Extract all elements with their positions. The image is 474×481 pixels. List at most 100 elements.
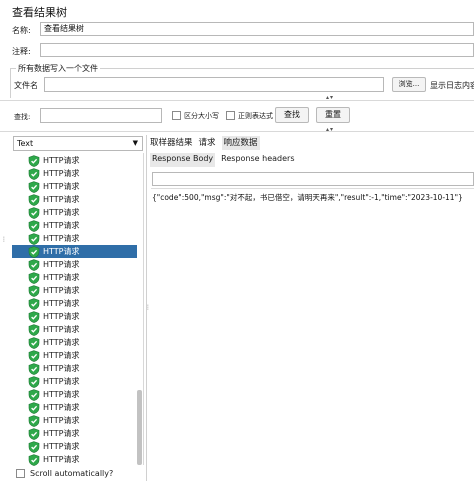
tree-item[interactable]: HTTP请求 — [12, 232, 137, 245]
tab-response-body[interactable]: Response Body — [150, 153, 216, 167]
name-input[interactable]: 查看结果树 — [40, 22, 474, 36]
tree-item[interactable]: HTTP请求 — [12, 258, 137, 271]
tree-item-label: HTTP请求 — [43, 182, 80, 191]
tree-item-label: HTTP请求 — [43, 195, 80, 204]
success-shield-icon — [28, 180, 40, 193]
success-shield-icon — [28, 206, 40, 219]
success-shield-icon — [28, 232, 40, 245]
result-tabs: 取样器结果 请求 响应数据 — [150, 136, 260, 150]
success-shield-icon — [28, 375, 40, 388]
tree-item[interactable]: HTTP请求 — [12, 414, 137, 427]
success-shield-icon — [28, 453, 40, 466]
search-input[interactable] — [40, 108, 162, 123]
tree-item[interactable]: HTTP请求 — [12, 245, 137, 258]
response-area — [151, 188, 474, 481]
divider-top — [0, 100, 474, 101]
success-shield-icon — [28, 401, 40, 414]
tree-item[interactable]: HTTP请求 — [12, 206, 137, 219]
window-title: 查看结果树 — [12, 6, 67, 19]
tree-item-label: HTTP请求 — [43, 286, 80, 295]
case-sensitive-label: 区分大小写 — [184, 112, 219, 120]
tree-item[interactable]: HTTP请求 — [12, 453, 137, 466]
tree-item[interactable]: HTTP请求 — [12, 284, 137, 297]
tab-sampler-result[interactable]: 取样器结果 — [150, 136, 193, 150]
success-shield-icon — [28, 414, 40, 427]
tree-item-label: HTTP请求 — [43, 351, 80, 360]
tree-item[interactable]: HTTP请求 — [12, 440, 137, 453]
success-shield-icon — [28, 284, 40, 297]
tree-item-label: HTTP请求 — [43, 208, 80, 217]
filename-label: 文件名 — [14, 81, 38, 90]
tree-item-label: HTTP请求 — [43, 260, 80, 269]
tree-item[interactable]: HTTP请求 — [12, 219, 137, 232]
tree-item[interactable]: HTTP请求 — [12, 154, 137, 167]
tree-item[interactable]: HTTP请求 — [12, 310, 137, 323]
tree-item[interactable]: HTTP请求 — [12, 388, 137, 401]
tree-scrollbar[interactable] — [137, 390, 142, 465]
success-shield-icon — [28, 323, 40, 336]
tree-item-label: HTTP请求 — [43, 312, 80, 321]
success-shield-icon — [28, 297, 40, 310]
success-shield-icon — [28, 258, 40, 271]
success-shield-icon — [28, 362, 40, 375]
search-label: 查找: — [14, 113, 31, 121]
tree-item-label: HTTP请求 — [43, 429, 80, 438]
tree-item-label: HTTP请求 — [43, 273, 80, 282]
success-shield-icon — [28, 167, 40, 180]
regex-label: 正则表达式 — [238, 112, 273, 120]
scroll-automatically-label: Scroll automatically? — [30, 469, 114, 478]
tab-response-data[interactable]: 响应数据 — [221, 136, 260, 150]
regex-checkbox[interactable] — [226, 111, 235, 120]
renderer-select-value: Text — [17, 139, 34, 148]
tree-item[interactable]: HTTP请求 — [12, 375, 137, 388]
success-shield-icon — [28, 427, 40, 440]
tree-item[interactable]: HTTP请求 — [12, 180, 137, 193]
scroll-automatically-checkbox[interactable] — [16, 469, 25, 478]
case-sensitive-checkbox[interactable] — [172, 111, 181, 120]
tree-item[interactable]: HTTP请求 — [12, 271, 137, 284]
find-button[interactable]: 查找 — [275, 107, 309, 123]
response-filter-input[interactable] — [152, 172, 474, 186]
tree-item-label: HTTP请求 — [43, 338, 80, 347]
tree-item-label: HTTP请求 — [43, 403, 80, 412]
tree-item[interactable]: HTTP请求 — [12, 167, 137, 180]
renderer-select[interactable]: Text ▼ — [13, 136, 143, 151]
tree-item[interactable]: HTTP请求 — [12, 427, 137, 440]
tree-item-label: HTTP请求 — [43, 442, 80, 451]
log-content-label: 显示日志内容 — [430, 81, 474, 90]
success-shield-icon — [28, 349, 40, 362]
tree-item-label: HTTP请求 — [43, 156, 80, 165]
success-shield-icon — [28, 310, 40, 323]
splitter-handle-left[interactable]: ⋮ — [1, 236, 7, 243]
tree-item-label: HTTP请求 — [43, 234, 80, 243]
comment-input[interactable] — [40, 43, 474, 57]
tree-item-label: HTTP请求 — [43, 169, 80, 178]
name-label: 名称: — [12, 26, 31, 35]
success-shield-icon — [28, 193, 40, 206]
tree-item[interactable]: HTTP请求 — [12, 349, 137, 362]
tree-item[interactable]: HTTP请求 — [12, 323, 137, 336]
tree-item[interactable]: HTTP请求 — [12, 362, 137, 375]
reset-button[interactable]: 重置 — [316, 107, 350, 123]
tab-request[interactable]: 请求 — [199, 136, 216, 150]
tree-item[interactable]: HTTP请求 — [12, 336, 137, 349]
tree-item-label: HTTP请求 — [43, 364, 80, 373]
filename-input[interactable] — [44, 77, 384, 92]
success-shield-icon — [28, 154, 40, 167]
tree-item-label: HTTP请求 — [43, 247, 80, 256]
response-tabs: Response Body Response headers — [150, 153, 297, 167]
divider-middle — [0, 131, 474, 132]
browse-button[interactable]: 浏览... — [392, 77, 426, 92]
tree-item[interactable]: HTTP请求 — [12, 401, 137, 414]
tree-item-label: HTTP请求 — [43, 377, 80, 386]
tab-response-headers[interactable]: Response headers — [219, 153, 296, 167]
tree-item-label: HTTP请求 — [43, 416, 80, 425]
tree-item-label: HTTP请求 — [43, 325, 80, 334]
tree-item-label: HTTP请求 — [43, 299, 80, 308]
tree-item[interactable]: HTTP请求 — [12, 193, 137, 206]
comment-label: 注释: — [12, 47, 31, 56]
tree-item[interactable]: HTTP请求 — [12, 297, 137, 310]
chevron-down-icon: ▼ — [132, 139, 138, 147]
success-shield-icon — [28, 271, 40, 284]
write-file-group-title: 所有数据写入一个文件 — [16, 63, 100, 74]
